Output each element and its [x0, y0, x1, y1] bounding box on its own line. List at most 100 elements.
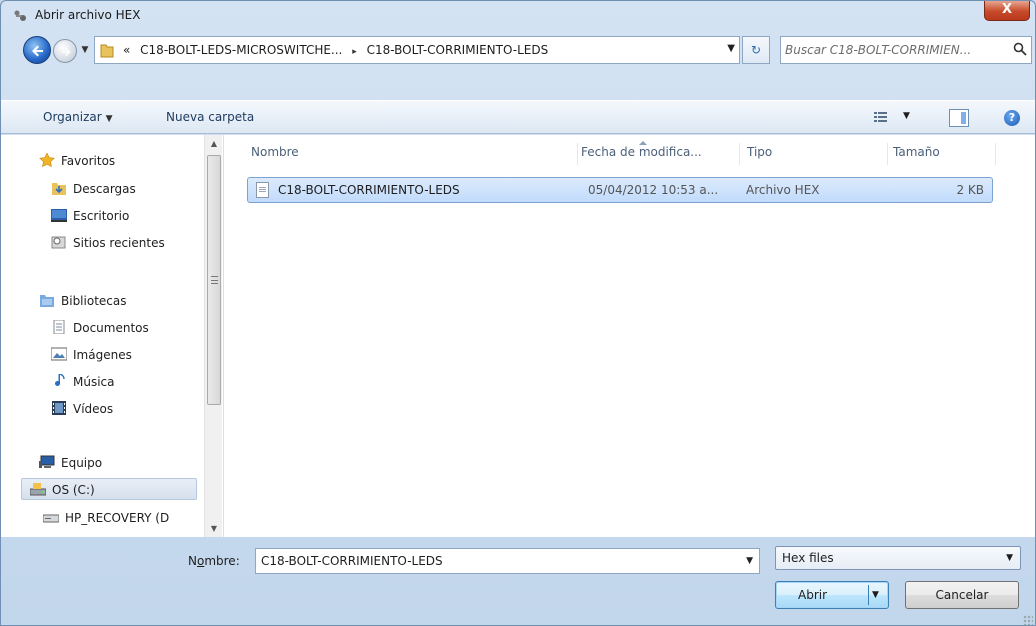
- sidebar-item-hp-recovery[interactable]: HP_RECOVERY (D: [42, 507, 170, 529]
- file-date: 05/04/2012 10:53 a...: [588, 183, 719, 197]
- file-type: Archivo HEX: [746, 183, 820, 197]
- refresh-icon: ↻: [750, 43, 762, 57]
- sidebar-item-label: Bibliotecas: [61, 294, 127, 308]
- command-toolbar: Organizar ▼ Nueva carpeta ▼ ?: [1, 100, 1035, 134]
- sidebar-item-descargas[interactable]: Descargas: [51, 178, 136, 200]
- filename-label: Nombre:: [188, 554, 240, 568]
- search-icon[interactable]: [1013, 42, 1027, 59]
- open-button[interactable]: Abrir ▼: [775, 581, 889, 609]
- file-type-select[interactable]: Hex files ▼: [775, 546, 1021, 570]
- new-folder-button[interactable]: Nueva carpeta: [166, 110, 254, 124]
- documents-icon: [51, 319, 67, 335]
- sidebar-item-label: Favoritos: [61, 154, 116, 168]
- sidebar-item-sitios-recientes[interactable]: Sitios recientes: [51, 232, 165, 254]
- recent-pages-dropdown[interactable]: ▼: [80, 40, 90, 60]
- downloads-folder-icon: [51, 180, 67, 195]
- sidebar-item-favorites[interactable]: Favoritos: [39, 150, 115, 172]
- column-header-size[interactable]: Tamaño: [893, 145, 940, 159]
- app-icon: [13, 9, 29, 23]
- title-bar[interactable]: Abrir archivo HEX X: [1, 1, 1035, 31]
- sidebar-item-escritorio[interactable]: Escritorio: [51, 205, 129, 227]
- open-button-label: Abrir: [798, 588, 828, 602]
- breadcrumb-overflow[interactable]: «: [123, 43, 130, 57]
- breadcrumb-item-parent[interactable]: C18-BOLT-LEDS-MICROSWITCHE...: [140, 43, 342, 57]
- column-divider[interactable]: [739, 143, 740, 165]
- preview-pane-button[interactable]: [949, 109, 969, 127]
- star-icon: [39, 152, 55, 168]
- column-divider[interactable]: [887, 143, 888, 165]
- desktop-icon: [51, 207, 67, 222]
- search-input[interactable]: [785, 41, 1005, 59]
- breadcrumb: « C18-BOLT-LEDS-MICROSWITCHE... ▸ C18-BO…: [123, 43, 554, 57]
- column-header-type[interactable]: Tipo: [747, 145, 772, 159]
- dialog-footer: Nombre: C18-BOLT-CORRIMIENTO-LEDS ▼ Hex …: [1, 537, 1035, 625]
- hex-file-icon: [256, 182, 269, 198]
- address-dropdown-icon[interactable]: ▼: [727, 43, 735, 54]
- search-box[interactable]: [780, 36, 1032, 64]
- refresh-button[interactable]: ↻: [742, 36, 770, 64]
- sidebar-item-equipo[interactable]: Equipo: [39, 452, 102, 474]
- back-arrow-icon: [32, 45, 43, 57]
- sidebar-item-label: Descargas: [73, 182, 136, 196]
- sidebar-item-label: Imágenes: [73, 348, 132, 362]
- change-view-button[interactable]: ▼: [873, 110, 917, 128]
- filename-value: C18-BOLT-CORRIMIENTO-LEDS: [261, 554, 443, 568]
- file-type-value: Hex files: [782, 551, 834, 565]
- scroll-down-icon[interactable]: ▼: [205, 520, 223, 537]
- open-file-dialog: Abrir archivo HEX X ▼ « C18-BOLT-LEDS-MI…: [0, 0, 1036, 626]
- chevron-down-icon: ▼: [105, 114, 113, 124]
- split-divider: [868, 585, 869, 605]
- column-header-name[interactable]: Nombre: [251, 145, 299, 159]
- grip-icon: [211, 276, 218, 284]
- content-area: Favoritos Descargas Escritorio Sitios re…: [1, 135, 1035, 537]
- cancel-button[interactable]: Cancelar: [905, 581, 1019, 609]
- filename-field[interactable]: C18-BOLT-CORRIMIENTO-LEDS ▼: [255, 548, 760, 574]
- forward-arrow-icon: [62, 47, 71, 57]
- music-note-icon: [51, 373, 67, 387]
- libraries-icon: [39, 292, 55, 307]
- close-button[interactable]: X: [984, 1, 1030, 21]
- table-row[interactable]: C18-BOLT-CORRIMIENTO-LEDS 05/04/2012 10:…: [247, 177, 993, 203]
- sidebar-item-bibliotecas[interactable]: Bibliotecas: [39, 290, 126, 312]
- chevron-down-icon: ▼: [903, 111, 910, 121]
- breadcrumb-item-current[interactable]: C18-BOLT-CORRIMIENTO-LEDS: [367, 43, 549, 57]
- filename-label-prefix: N: [188, 554, 197, 568]
- chevron-down-icon[interactable]: ▼: [872, 582, 879, 608]
- sidebar-item-label: HP_RECOVERY (D: [65, 511, 170, 525]
- sidebar-item-imagenes[interactable]: Imágenes: [50, 344, 132, 366]
- filename-label-suffix: mbre:: [204, 554, 240, 568]
- file-list: Nombre Fecha de modifica... Tipo Tamaño …: [233, 135, 1035, 537]
- sidebar-item-videos[interactable]: Vídeos: [51, 398, 113, 420]
- computer-icon: [39, 454, 55, 468]
- drive-icon: [29, 481, 47, 496]
- drive-icon: [42, 509, 60, 523]
- chevron-down-icon[interactable]: ▼: [746, 556, 753, 566]
- folder-icon: [100, 42, 114, 58]
- sidebar-item-label: OS (C:): [52, 483, 95, 497]
- sidebar-item-documentos[interactable]: Documentos: [51, 317, 149, 339]
- video-film-icon: [51, 400, 67, 415]
- scrollbar-thumb[interactable]: [207, 155, 221, 405]
- column-header-date[interactable]: Fecha de modifica...: [581, 145, 702, 159]
- column-divider[interactable]: [577, 143, 578, 165]
- address-bar[interactable]: « C18-BOLT-LEDS-MICROSWITCHE... ▸ C18-BO…: [94, 36, 740, 64]
- scroll-up-icon[interactable]: ▲: [205, 135, 223, 152]
- sidebar-item-label: Equipo: [61, 456, 103, 470]
- organize-label: Organizar: [43, 110, 102, 124]
- sidebar-item-label: Escritorio: [73, 209, 130, 223]
- navigation-pane: Favoritos Descargas Escritorio Sitios re…: [1, 135, 224, 537]
- sidebar-item-os-c[interactable]: OS (C:): [21, 478, 197, 500]
- back-button[interactable]: [23, 36, 51, 64]
- view-list-icon: [874, 112, 887, 122]
- resize-grip-icon[interactable]: [1023, 615, 1033, 625]
- window-title: Abrir archivo HEX: [35, 8, 141, 22]
- organize-button[interactable]: Organizar ▼: [43, 110, 113, 124]
- breadcrumb-separator-icon[interactable]: ▸: [352, 47, 357, 57]
- sidebar-item-label: Sitios recientes: [73, 236, 165, 250]
- column-divider[interactable]: [995, 143, 996, 165]
- recent-places-icon: [51, 234, 67, 249]
- forward-button[interactable]: [53, 39, 77, 63]
- sidebar-item-musica[interactable]: Música: [51, 371, 115, 393]
- sidebar-scrollbar[interactable]: ▲ ▼: [204, 135, 222, 537]
- help-icon[interactable]: ?: [1004, 110, 1020, 126]
